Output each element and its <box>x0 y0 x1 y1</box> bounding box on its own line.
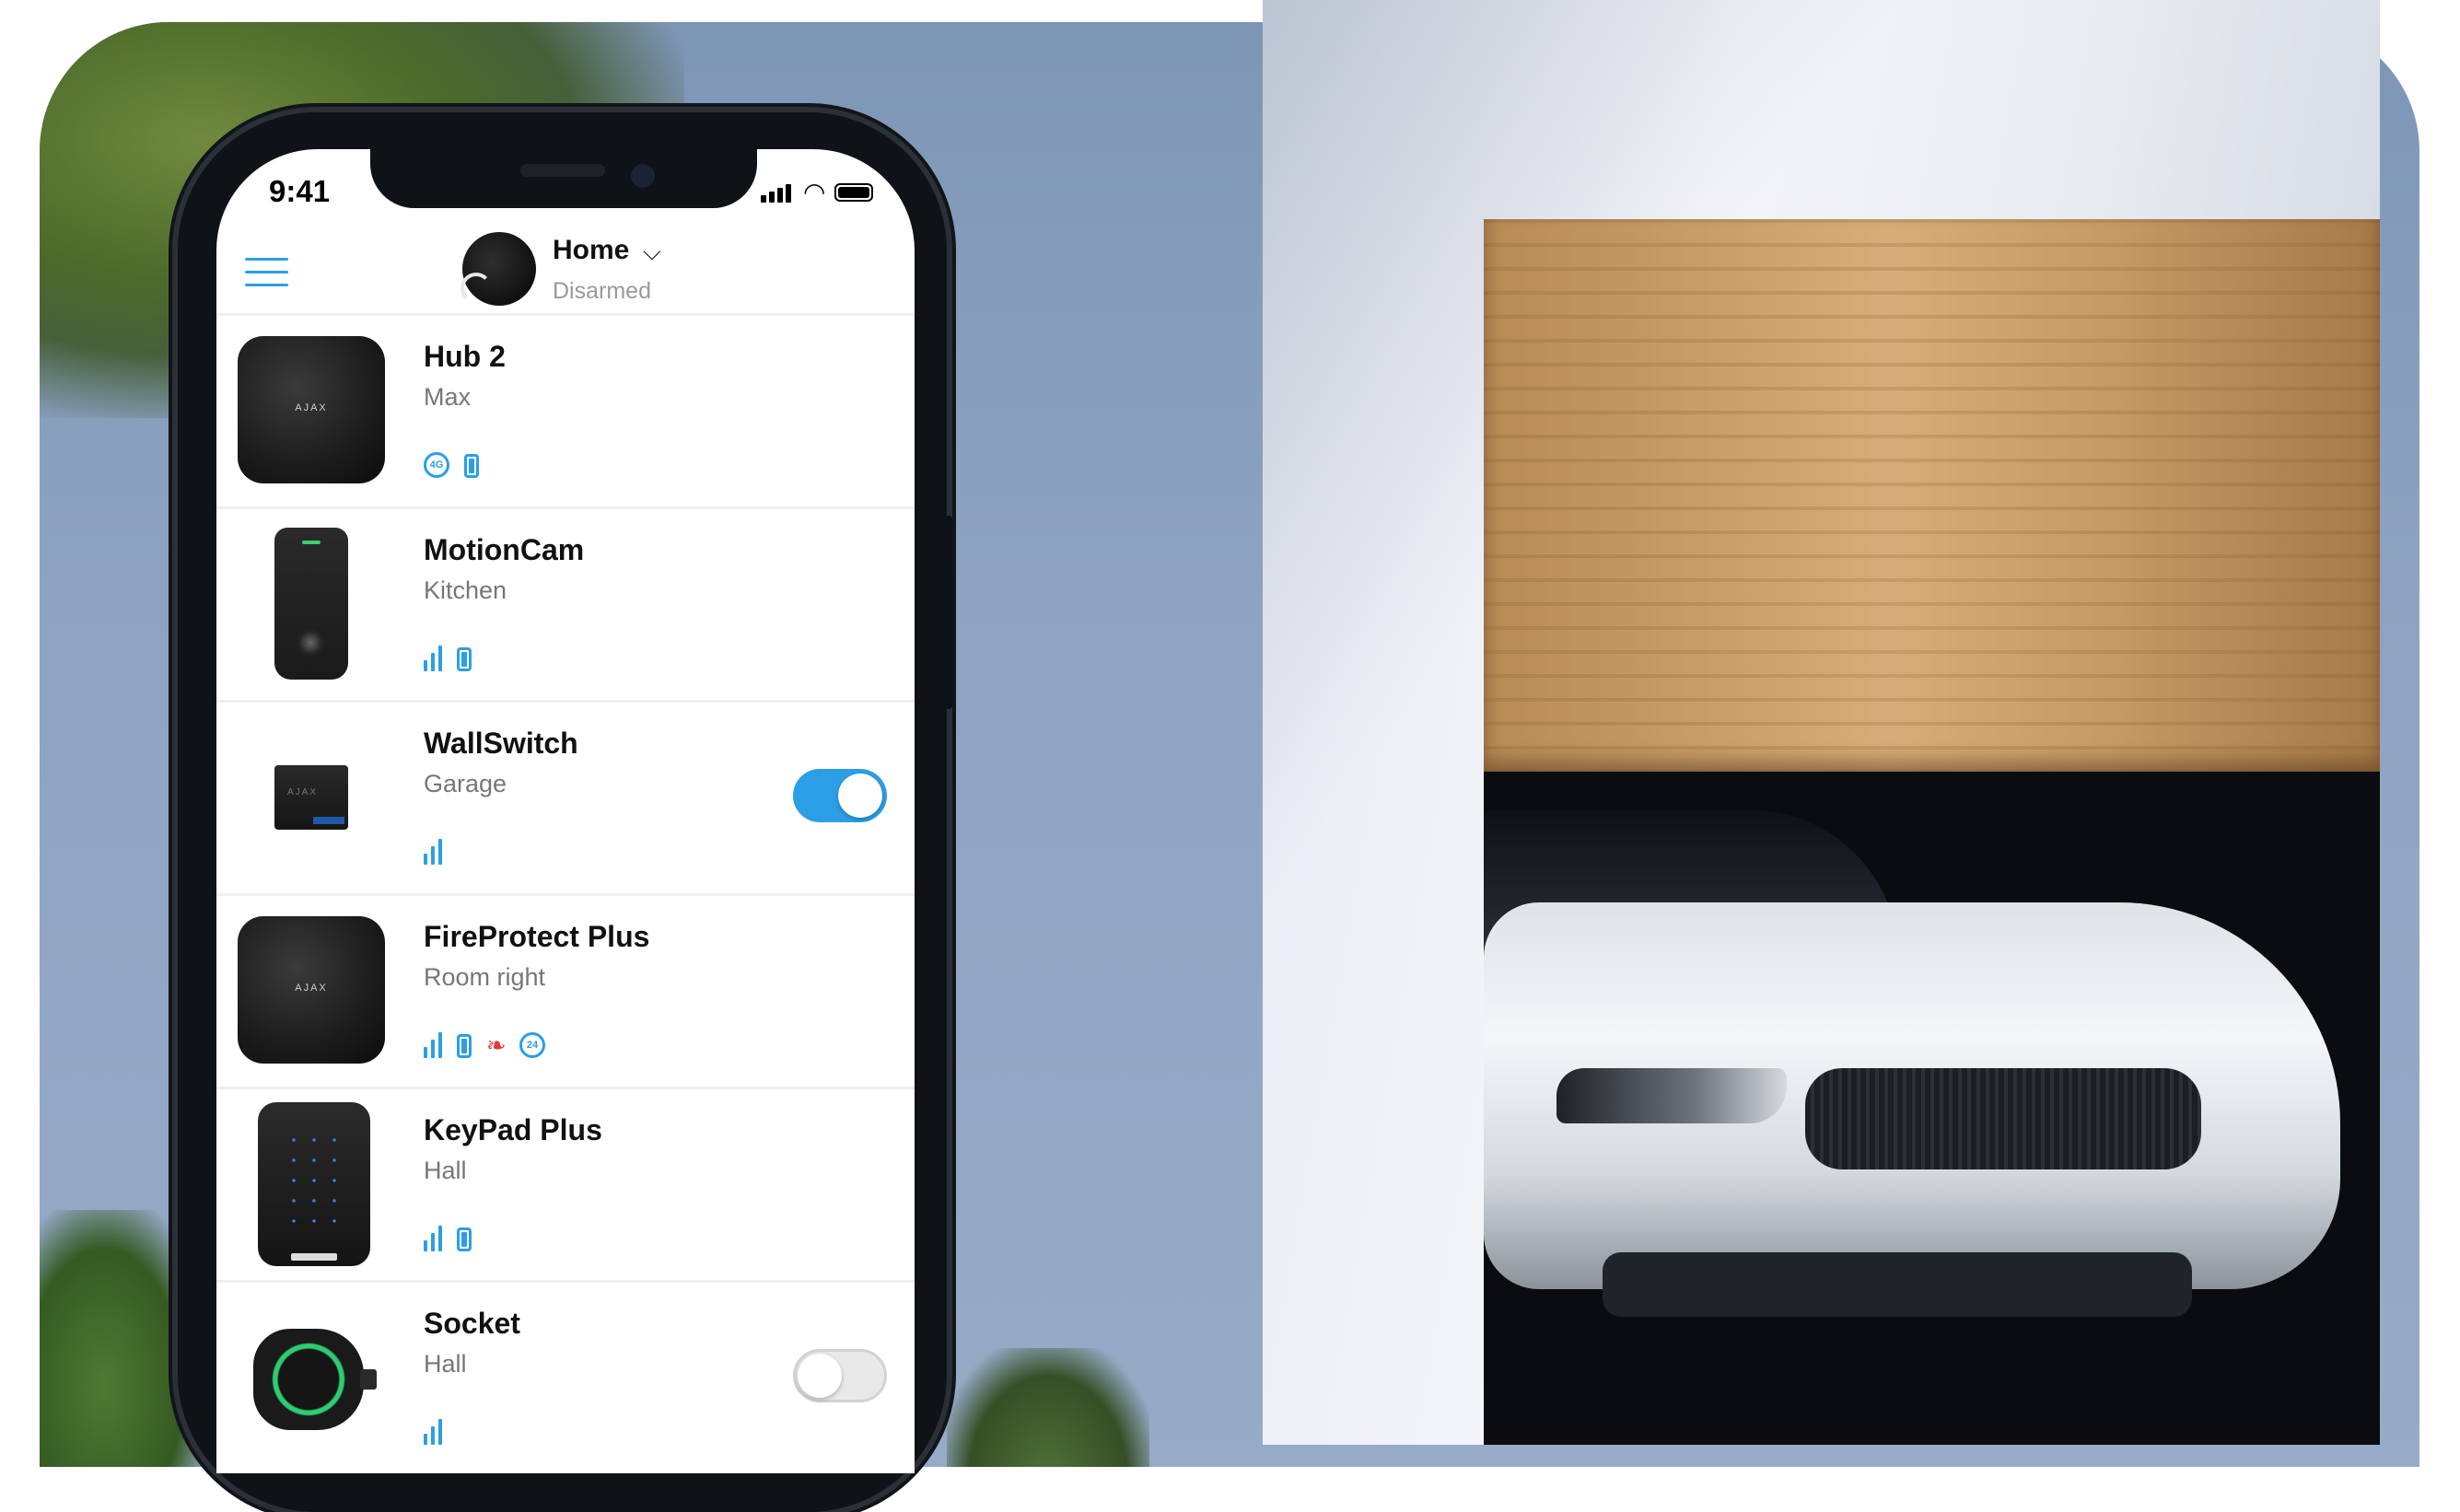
brand-logo: AJAX <box>295 402 328 413</box>
device-status-icons: 4G <box>424 447 479 478</box>
chevron-down-icon[interactable]: ⌵ <box>643 238 661 267</box>
battery-icon <box>457 1034 472 1058</box>
socket-device-image <box>253 1329 377 1430</box>
battery-icon <box>457 1227 472 1251</box>
device-name: WallSwitch <box>424 727 578 760</box>
home-selector[interactable]: Home <box>553 235 629 266</box>
device-room: Max <box>424 383 472 411</box>
brand-logo: AJAX <box>287 787 319 797</box>
device-room: Kitchen <box>424 576 507 604</box>
device-room: Room right <box>424 963 546 991</box>
fireprotect-device-image: AJAX <box>238 916 385 1064</box>
car-headlight <box>1556 1068 1787 1123</box>
wallswitch-toggle[interactable] <box>793 769 887 822</box>
fire-sensor-icon: ❧ <box>486 1031 507 1059</box>
device-status-icons <box>424 833 442 865</box>
battery-icon <box>464 454 479 478</box>
phone-camera <box>631 164 655 188</box>
security-status: Disarmed <box>553 278 651 304</box>
wallswitch-device-image: AJAX <box>274 765 348 830</box>
status-time: 9:41 <box>269 174 331 208</box>
status-icons: ◠ <box>761 178 874 206</box>
socket-toggle[interactable] <box>793 1349 887 1402</box>
device-status-icons: ❧ 24 <box>424 1027 545 1058</box>
battery-icon <box>834 183 874 202</box>
device-row-wallswitch[interactable]: AJAX WallSwitch Garage <box>216 700 915 893</box>
24h-icon: 24 <box>519 1032 545 1058</box>
device-row-socket[interactable]: Socket Hall <box>216 1280 915 1473</box>
device-name: Socket <box>424 1307 520 1340</box>
motioncam-device-image <box>274 528 348 680</box>
phone-notch <box>370 149 757 208</box>
device-status-icons <box>424 640 472 671</box>
signal-icon <box>424 1419 442 1445</box>
device-row-hub-2[interactable]: AJAX Hub 2 Max 4G <box>216 313 915 506</box>
device-name: FireProtect Plus <box>424 920 650 953</box>
device-room: Hall <box>424 1157 467 1184</box>
device-list: AJAX Hub 2 Max 4G MotionCam Kitchen AJAX… <box>216 313 915 1473</box>
signal-icon <box>424 646 442 671</box>
signal-icon <box>424 1032 442 1058</box>
phone-side-button <box>945 516 952 709</box>
device-row-motioncam[interactable]: MotionCam Kitchen <box>216 506 915 700</box>
hub-device-image: AJAX <box>238 336 385 483</box>
4g-icon: 4G <box>424 452 449 478</box>
loading-ring-icon <box>461 273 492 304</box>
cellular-signal-icon <box>761 182 794 203</box>
device-room: Hall <box>424 1350 467 1378</box>
car-grille <box>1805 1068 2201 1169</box>
device-name: Hub 2 <box>424 340 506 373</box>
device-name: MotionCam <box>424 533 585 566</box>
signal-icon <box>424 839 442 865</box>
phone-speaker <box>520 164 605 177</box>
garage-door <box>1484 219 2380 772</box>
signal-icon <box>424 1226 442 1251</box>
device-status-icons <box>424 1220 472 1251</box>
device-row-keypad-plus[interactable]: KeyPad Plus Hall <box>216 1087 915 1280</box>
device-row-fireprotect-plus[interactable]: AJAX FireProtect Plus Room right ❧ 24 <box>216 893 915 1087</box>
battery-icon <box>457 647 472 671</box>
shrub <box>947 1348 1149 1467</box>
hamburger-menu-icon[interactable] <box>245 258 288 287</box>
device-room: Garage <box>424 770 507 797</box>
brand-logo: AJAX <box>295 983 328 994</box>
device-status-icons <box>424 1413 442 1445</box>
device-name: KeyPad Plus <box>424 1113 602 1146</box>
wifi-icon: ◠ <box>803 178 826 206</box>
car-lower-grille <box>1603 1252 2192 1317</box>
keypad-device-image <box>258 1102 370 1266</box>
